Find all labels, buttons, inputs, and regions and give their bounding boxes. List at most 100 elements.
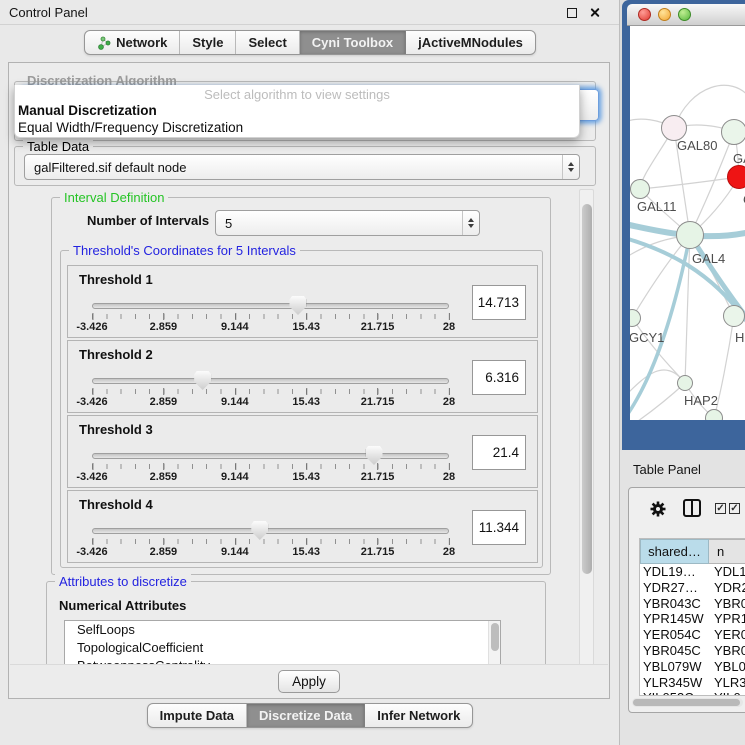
network-node[interactable] — [721, 119, 745, 145]
slider-ticks — [92, 539, 449, 544]
slider-thumb[interactable] — [194, 371, 211, 390]
table-cell-shared-name: YER054C — [640, 627, 709, 643]
table-panel-region: Table Panel ✓ ✓ — [620, 450, 745, 745]
slider-track[interactable] — [92, 378, 449, 384]
threshold-label: Threshold 3 — [79, 422, 153, 437]
minimize-traffic-light-icon[interactable] — [658, 8, 671, 21]
bottom-tabbar: Impute Data Discretize Data Infer Networ… — [0, 703, 620, 728]
tick-label: 2.859 — [150, 396, 178, 408]
tick-label: 9.144 — [221, 321, 249, 333]
network-node[interactable] — [723, 305, 745, 327]
table-cell-shared-name: YDR27… — [640, 580, 709, 596]
threshold-value-field[interactable]: 14.713 — [472, 285, 526, 320]
table-cell-name: YDL1 — [709, 564, 745, 580]
dropdown-option-manual-discretization[interactable]: Manual Discretization — [15, 102, 579, 119]
slider-track[interactable] — [92, 528, 449, 534]
split-columns-icon[interactable] — [683, 499, 701, 517]
attributes-scrollbar-thumb[interactable] — [491, 623, 499, 651]
tab-impute-data[interactable]: Impute Data — [148, 704, 247, 727]
tab-select[interactable]: Select — [236, 31, 299, 54]
table-row[interactable]: YBR043C YBR0 — [640, 596, 745, 612]
attributes-scrollbar[interactable] — [488, 621, 500, 665]
network-node-label: GAL80 — [677, 138, 717, 153]
tab-jactivemnodules[interactable]: jActiveMNodules — [406, 31, 535, 54]
dropdown-option-equal-width-frequency[interactable]: Equal Width/Frequency Discretization — [15, 119, 579, 136]
table-row[interactable]: YDL19… YDL1 — [640, 564, 745, 580]
tab-discretize-data[interactable]: Discretize Data — [247, 704, 365, 727]
slider-thumb[interactable] — [289, 296, 306, 315]
network-node-label: GAL4 — [692, 251, 725, 266]
network-node[interactable] — [676, 221, 704, 249]
threshold-slider[interactable]: -3.426 2.859 9.144 15.43 21.715 28 — [92, 294, 449, 334]
column-header-shared-name[interactable]: shared… — [640, 539, 709, 564]
table-cell-shared-name: YBR043C — [640, 596, 709, 612]
thresholds-group: Threshold's Coordinates for 5 Intervals … — [60, 250, 543, 568]
settings-scrollbar[interactable] — [579, 189, 594, 698]
slider-thumb[interactable] — [366, 446, 383, 465]
interval-definition-legend: Interval Definition — [60, 190, 168, 205]
tick-label: 2.859 — [150, 471, 178, 483]
table-row[interactable]: YDR27… YDR2 — [640, 580, 745, 596]
network-node[interactable] — [677, 375, 693, 391]
network-node-label: H — [735, 330, 744, 345]
algorithm-dropdown-popup: Select algorithm to view settings Manual… — [14, 85, 580, 138]
table-cell-name: YIL0 — [709, 690, 745, 696]
network-node[interactable] — [630, 309, 641, 327]
table-row[interactable]: YBL079W YBL0 — [640, 659, 745, 675]
table-row[interactable]: YPR145W YPR1 — [640, 611, 745, 627]
table-panel-title: Table Panel — [633, 462, 701, 477]
table-cell-name: YBR0 — [709, 643, 745, 659]
slider-thumb[interactable] — [251, 521, 268, 540]
network-node[interactable] — [630, 179, 650, 199]
tab-network[interactable]: Network — [85, 31, 180, 54]
slider-track[interactable] — [92, 453, 449, 459]
network-node[interactable] — [727, 165, 745, 189]
float-window-icon[interactable] — [567, 8, 577, 18]
close-traffic-light-icon[interactable] — [638, 8, 651, 21]
network-window-titlebar[interactable] — [627, 4, 745, 26]
threshold-value-field[interactable]: 6.316 — [472, 360, 526, 395]
threshold-value-field[interactable]: 11.344 — [472, 510, 526, 545]
table-row[interactable]: YIL053C YIL0 — [640, 690, 745, 696]
zoom-traffic-light-icon[interactable] — [678, 8, 691, 21]
threshold-slider[interactable]: -3.426 2.859 9.144 15.43 21.715 28 — [92, 444, 449, 484]
list-item[interactable]: TopologicalCoefficient — [65, 639, 500, 657]
table-row[interactable]: YER054C YER0 — [640, 627, 745, 643]
stepper-arrows-icon — [462, 211, 479, 235]
close-icon[interactable] — [589, 7, 600, 18]
tab-cyni-toolbox[interactable]: Cyni Toolbox — [300, 31, 406, 54]
slider-track[interactable] — [92, 303, 449, 309]
table-row[interactable]: YBR045C YBR0 — [640, 643, 745, 659]
tab-style[interactable]: Style — [180, 31, 236, 54]
select-column-checkbox-icon[interactable]: ✓ — [715, 503, 726, 514]
number-of-intervals-value: 5 — [225, 216, 232, 231]
threshold-value-field[interactable]: 21.4 — [472, 435, 526, 470]
node-table[interactable]: shared… n YDL19… YDL1 YDR27… YDR2 YBR043… — [639, 538, 745, 696]
column-header-name[interactable]: n — [709, 539, 745, 564]
apply-button[interactable]: Apply — [278, 670, 340, 693]
network-canvas[interactable]: GAL80GACGAL11GAL4GCY1HHAP2 — [630, 26, 745, 420]
number-of-intervals-combobox[interactable]: 5 — [215, 210, 480, 236]
slider-ticks — [92, 464, 449, 469]
table-horizontal-scrollbar-thumb[interactable] — [633, 699, 740, 706]
dropdown-placeholder-option[interactable]: Select algorithm to view settings — [15, 87, 579, 102]
apply-strip: Apply — [10, 664, 608, 698]
list-item[interactable]: SelfLoops — [65, 621, 500, 639]
network-node[interactable] — [705, 409, 723, 420]
table-cell-name: YER0 — [709, 627, 745, 643]
threshold-slider[interactable]: -3.426 2.859 9.144 15.43 21.715 28 — [92, 519, 449, 559]
tick-label: -3.426 — [76, 396, 107, 408]
table-cell-name: YDR2 — [709, 580, 745, 596]
table-cell-name: YLR3 — [709, 675, 745, 691]
select-column-checkbox-icon[interactable]: ✓ — [729, 503, 740, 514]
slider-ticks — [92, 389, 449, 394]
settings-gear-icon[interactable] — [649, 500, 667, 518]
table-horizontal-scrollbar[interactable] — [632, 698, 743, 707]
table-row[interactable]: YLR345W YLR3 — [640, 675, 745, 691]
threshold-slider[interactable]: -3.426 2.859 9.144 15.43 21.715 28 — [92, 369, 449, 409]
numerical-attributes-list[interactable]: SelfLoops TopologicalCoefficient Between… — [64, 620, 501, 666]
tick-label: 28 — [443, 321, 455, 333]
table-data-combobox[interactable]: galFiltered.sif default node — [24, 154, 580, 180]
tab-infer-network[interactable]: Infer Network — [365, 704, 472, 727]
settings-scrollbar-thumb[interactable] — [582, 204, 592, 574]
